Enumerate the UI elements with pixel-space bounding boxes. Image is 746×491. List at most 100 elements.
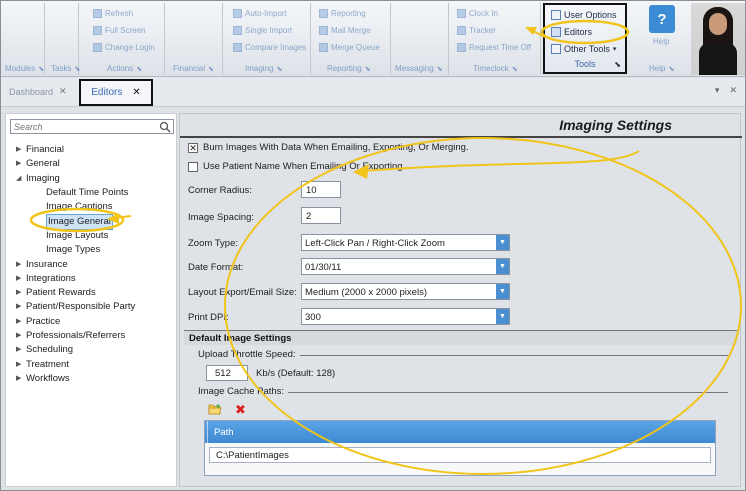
refresh-button[interactable]: Refresh: [93, 9, 133, 18]
open-folder-icon[interactable]: [208, 403, 222, 415]
date-format-select[interactable]: 01/30/11 ▼: [301, 258, 510, 275]
image-cache-paths-label: Image Cache Paths:: [198, 386, 285, 397]
expand-arrow-icon[interactable]: ▶: [16, 157, 26, 171]
request-time-off-button[interactable]: Request Time Off: [457, 43, 531, 52]
expand-arrow-icon[interactable]: ▶: [16, 286, 26, 300]
burn-images-checkbox-row[interactable]: ✕ Burn Images With Data When Emailing, E…: [188, 142, 469, 153]
expand-arrow-icon[interactable]: ▶: [16, 258, 26, 272]
help-icon: ?: [657, 10, 667, 28]
grid-row-path[interactable]: C:\PatientImages: [209, 447, 711, 463]
auto-import-button[interactable]: Auto-Import: [233, 9, 287, 18]
full-screen-button[interactable]: Full Screen: [93, 26, 145, 35]
avatar-body: [699, 43, 737, 75]
delete-icon[interactable]: ✖: [235, 402, 246, 418]
expand-arrow-icon[interactable]: ▶: [16, 272, 26, 286]
calendar-icon: [457, 43, 466, 52]
print-dpi-label: Print DPI:: [188, 312, 229, 323]
tree-item-image-captions[interactable]: Image Captions: [16, 200, 135, 214]
editors-icon: [551, 27, 561, 37]
help-button[interactable]: ?: [649, 5, 675, 33]
user-options-button[interactable]: User Options: [551, 10, 617, 20]
tab-dashboard[interactable]: Dashboard ✕: [9, 86, 67, 97]
ribbon-group-title: Modules ⬊: [5, 64, 45, 73]
tree-item-patient-responsible-party[interactable]: ▶ Patient/Responsible Party: [16, 300, 135, 314]
import-icon: [233, 9, 242, 18]
ribbon-group-timeclock: Clock In Tracker Request Time Off Timecl…: [449, 3, 541, 75]
document-tab-bar: Dashboard ✕ Editors ✕ ▾ ✕: [1, 78, 745, 107]
refresh-icon: [93, 9, 102, 18]
tree-item-default-time-points[interactable]: Default Time Points: [16, 186, 135, 200]
user-avatar[interactable]: [691, 3, 745, 75]
collapse-arrow-icon[interactable]: ◢: [16, 172, 26, 186]
upload-throttle-label: Upload Throttle Speed:: [198, 349, 296, 360]
tree-item-imaging[interactable]: ◢ Imaging: [16, 172, 135, 186]
tree-item-integrations[interactable]: ▶ Integrations: [16, 272, 135, 286]
report-icon: [319, 9, 328, 18]
dropdown-arrow-icon[interactable]: ▼: [496, 309, 509, 324]
ribbon-group-title: Reporting ⬊: [327, 64, 371, 73]
expand-arrow-icon[interactable]: ▶: [16, 143, 26, 157]
tree-item-practice[interactable]: ▶ Practice: [16, 315, 135, 329]
select-value: 300: [305, 312, 321, 323]
search-input[interactable]: [11, 120, 151, 133]
expand-arrow-icon[interactable]: ▶: [16, 372, 26, 386]
burn-images-checkbox[interactable]: ✕: [188, 142, 198, 153]
tree-item-workflows[interactable]: ▶ Workflows: [16, 372, 135, 386]
pin-icon[interactable]: ▾: [715, 85, 720, 96]
tab-editors[interactable]: Editors ✕: [79, 79, 153, 106]
close-all-icon[interactable]: ✕: [729, 85, 737, 96]
ribbon-group-title: Help ⬊: [649, 64, 675, 73]
avatar-face: [709, 13, 727, 35]
close-icon[interactable]: ✕: [59, 86, 67, 97]
ribbon-group-title: Financial ⬊: [173, 64, 214, 73]
mail-merge-button[interactable]: Mail Merge: [319, 26, 371, 35]
dropdown-arrow-icon[interactable]: ▼: [496, 259, 509, 274]
other-tools-button[interactable]: Other Tools ▾: [551, 44, 616, 54]
expand-arrow-icon[interactable]: ▶: [16, 343, 26, 357]
grid-header-path[interactable]: Path: [205, 421, 715, 443]
search-icon[interactable]: [159, 121, 171, 133]
editors-button[interactable]: Editors: [551, 27, 592, 37]
tree-item-image-layouts[interactable]: Image Layouts: [16, 229, 135, 243]
tree-item-general[interactable]: ▶ General: [16, 157, 135, 171]
tree-item-patient-rewards[interactable]: ▶ Patient Rewards: [16, 286, 135, 300]
close-icon[interactable]: ✕: [132, 87, 140, 98]
expand-arrow-icon[interactable]: ▶: [16, 329, 26, 343]
tab-label: Editors: [91, 87, 123, 98]
zoom-type-select[interactable]: Left-Click Pan / Right-Click Zoom ▼: [301, 234, 510, 251]
single-import-button[interactable]: Single Import: [233, 26, 292, 35]
upload-throttle-input[interactable]: 512: [206, 365, 248, 381]
tree-item-image-types[interactable]: Image Types: [16, 243, 135, 257]
ribbon-group-actions: Refresh Full Screen Change Login Actions…: [79, 3, 165, 75]
tree-item-scheduling[interactable]: ▶ Scheduling: [16, 343, 135, 357]
tree-item-treatment[interactable]: ▶ Treatment: [16, 357, 135, 371]
reporting-button[interactable]: Reporting: [319, 9, 366, 18]
dropdown-arrow-icon[interactable]: ▼: [496, 284, 509, 299]
page-title: Imaging Settings: [559, 117, 672, 133]
checkbox-label: Burn Images With Data When Emailing, Exp…: [203, 142, 469, 153]
corner-radius-input[interactable]: 10: [301, 181, 341, 198]
group-launcher-icon[interactable]: ⬊: [614, 60, 621, 69]
date-format-label: Date Format:: [188, 262, 244, 273]
tree-item-image-general[interactable]: Image General: [16, 213, 135, 230]
expand-arrow-icon[interactable]: ▶: [16, 300, 26, 314]
merge-queue-button[interactable]: Merge Queue: [319, 43, 380, 52]
compare-icon: [233, 43, 242, 52]
compare-images-button[interactable]: Compare Images: [233, 43, 306, 52]
image-spacing-input[interactable]: 2: [301, 207, 341, 224]
use-patient-name-checkbox[interactable]: [188, 161, 198, 172]
use-patient-name-checkbox-row[interactable]: Use Patient Name When Emailing Or Export…: [188, 161, 403, 172]
ribbon-group-title: Tools: [574, 59, 596, 69]
layout-export-select[interactable]: Medium (2000 x 2000 pixels) ▼: [301, 283, 510, 300]
expand-arrow-icon[interactable]: ▶: [16, 315, 26, 329]
change-login-button[interactable]: Change Login: [93, 43, 155, 52]
tree-item-financial[interactable]: ▶ Financial: [16, 143, 135, 157]
tracker-button[interactable]: Tracker: [457, 26, 496, 35]
print-dpi-select[interactable]: 300 ▼: [301, 308, 510, 325]
settings-header: Imaging Settings: [180, 114, 742, 138]
dropdown-arrow-icon[interactable]: ▼: [496, 235, 509, 250]
expand-arrow-icon[interactable]: ▶: [16, 358, 26, 372]
clock-in-button[interactable]: Clock In: [457, 9, 498, 18]
tree-item-professionals-referrers[interactable]: ▶ Professionals/Referrers: [16, 329, 135, 343]
tree-item-insurance[interactable]: ▶ Insurance: [16, 257, 135, 271]
